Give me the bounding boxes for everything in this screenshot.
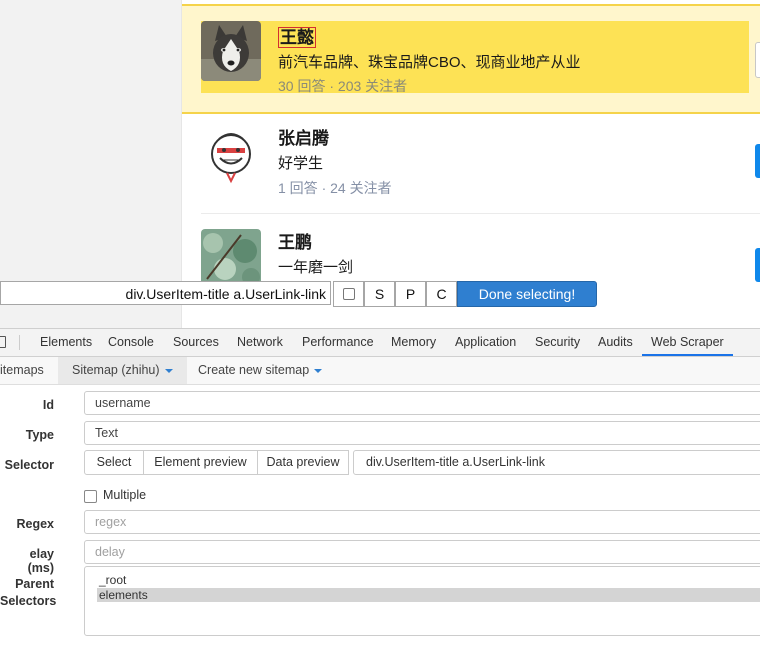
tab-security[interactable]: Security: [535, 329, 580, 356]
user-item[interactable]: 张启腾 好学生 1 回答 · 24 关注者: [182, 112, 760, 212]
select-button[interactable]: Select: [84, 450, 144, 475]
user-headline: 前汽车品牌、珠宝品牌CBO、现商业地产从业: [278, 54, 581, 71]
scraper-nav: itemaps Sitemap (zhihu) Create new sitem…: [0, 357, 760, 385]
multiple-toggle[interactable]: [333, 281, 364, 307]
type-label: Type: [25, 428, 54, 442]
multiple-checkbox[interactable]: [84, 490, 97, 503]
nav-create-sitemap[interactable]: Create new sitemap: [198, 357, 323, 384]
nav-current-sitemap[interactable]: Sitemap (zhihu): [58, 357, 187, 384]
select-c-button[interactable]: C: [426, 281, 457, 307]
device-toolbar-icon[interactable]: [0, 336, 6, 348]
parent-option-root[interactable]: _root: [97, 573, 126, 587]
select-s-button[interactable]: S: [364, 281, 395, 307]
tab-application[interactable]: Application: [455, 329, 516, 356]
user-name[interactable]: 王鹏: [278, 228, 312, 253]
delay-input[interactable]: delay: [84, 540, 760, 564]
tab-audits[interactable]: Audits: [598, 329, 633, 356]
regex-input[interactable]: regex: [84, 510, 760, 534]
tab-memory[interactable]: Memory: [391, 329, 436, 356]
regex-label: Regex: [16, 517, 54, 531]
checkbox-icon[interactable]: [342, 288, 355, 301]
nav-create-label: Create new sitemap: [198, 363, 310, 377]
caret-down-icon: [164, 368, 173, 373]
user-name[interactable]: 张启腾: [278, 124, 329, 149]
user-stats: 30 回答 · 203 关注者: [278, 78, 408, 94]
devtools-tab-bar: Elements Console Sources Network Perform…: [0, 329, 760, 357]
parent-selectors-label-line2: Selectors: [0, 594, 57, 608]
tab-sources[interactable]: Sources: [173, 329, 219, 356]
avatar-cartoon[interactable]: [201, 127, 261, 187]
web-page: 王懿 前汽车品牌、珠宝品牌CBO、现商业地产从业 30 回答 · 203 关注者: [0, 0, 760, 328]
delay-label: elay (ms): [27, 547, 54, 575]
selector-row: Select Element preview Data preview div.…: [84, 450, 760, 475]
tab-web-scraper[interactable]: Web Scraper: [642, 329, 733, 356]
id-label: Id: [42, 398, 54, 412]
user-headline: 好学生: [278, 155, 324, 172]
element-preview-button[interactable]: Element preview: [143, 450, 258, 475]
avatar-husky[interactable]: [201, 21, 261, 81]
user-item-highlighted[interactable]: 王懿 前汽车品牌、珠宝品牌CBO、现商业地产从业 30 回答 · 203 关注者: [182, 4, 760, 114]
user-name[interactable]: 王懿: [278, 23, 316, 48]
tab-network[interactable]: Network: [237, 329, 283, 356]
multiple-label: Multiple: [103, 488, 147, 502]
user-item[interactable]: 王鹏 一年磨一剑: [182, 214, 760, 324]
tab-performance[interactable]: Performance: [302, 329, 374, 356]
user-list-card: 王懿 前汽车品牌、珠宝品牌CBO、现商业地产从业 30 回答 · 203 关注者: [181, 0, 760, 328]
current-selector-display: div.UserItem-title a.UserLink-link: [0, 281, 331, 305]
tab-console[interactable]: Console: [108, 329, 154, 356]
user-headline: 一年磨一剑: [278, 259, 354, 276]
parent-selectors-label-line1: Parent: [15, 577, 54, 591]
follow-button[interactable]: [755, 42, 760, 78]
select-p-button[interactable]: P: [395, 281, 426, 307]
selected-username-link[interactable]: 王懿: [278, 27, 316, 48]
selector-label: Selector: [4, 458, 54, 472]
follow-button[interactable]: [755, 144, 760, 178]
user-stats: 1 回答 · 24 关注者: [278, 180, 392, 196]
divider: [19, 335, 20, 350]
selector-input[interactable]: div.UserItem-title a.UserLink-link: [353, 450, 760, 475]
data-preview-button[interactable]: Data preview: [257, 450, 349, 475]
parent-option-elements[interactable]: elements: [97, 588, 760, 602]
parent-selectors-list[interactable]: _root elements: [84, 566, 760, 636]
tab-elements[interactable]: Elements: [40, 329, 92, 356]
nav-sitemaps[interactable]: itemaps: [0, 357, 44, 384]
nav-current-sitemap-label: Sitemap (zhihu): [72, 363, 160, 377]
done-selecting-button[interactable]: Done selecting!: [457, 281, 597, 307]
type-select[interactable]: Text: [84, 421, 760, 445]
caret-down-icon: [314, 368, 323, 373]
id-input[interactable]: username: [84, 391, 760, 415]
follow-button[interactable]: [755, 248, 760, 282]
avatar-leaves[interactable]: [201, 229, 261, 289]
